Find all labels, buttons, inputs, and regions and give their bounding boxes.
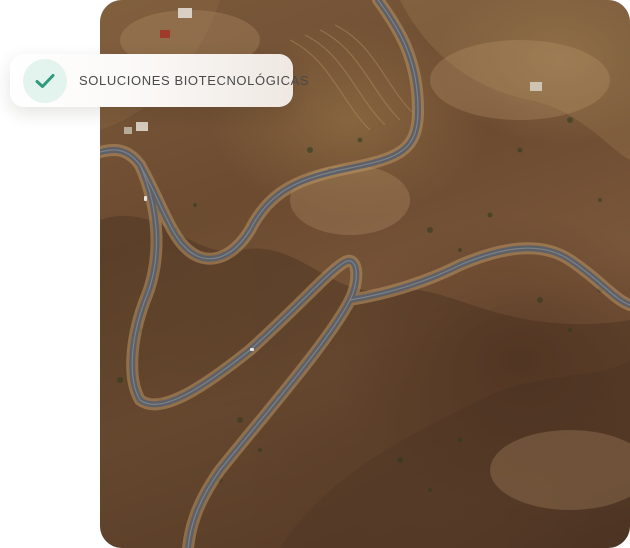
solutions-badge: SOLUCIONES BIOTECNOLÓGICAS [10,54,309,107]
check-icon [35,73,55,88]
badge-label: SOLUCIONES BIOTECNOLÓGICAS [79,73,310,88]
check-icon-circle [23,58,67,103]
